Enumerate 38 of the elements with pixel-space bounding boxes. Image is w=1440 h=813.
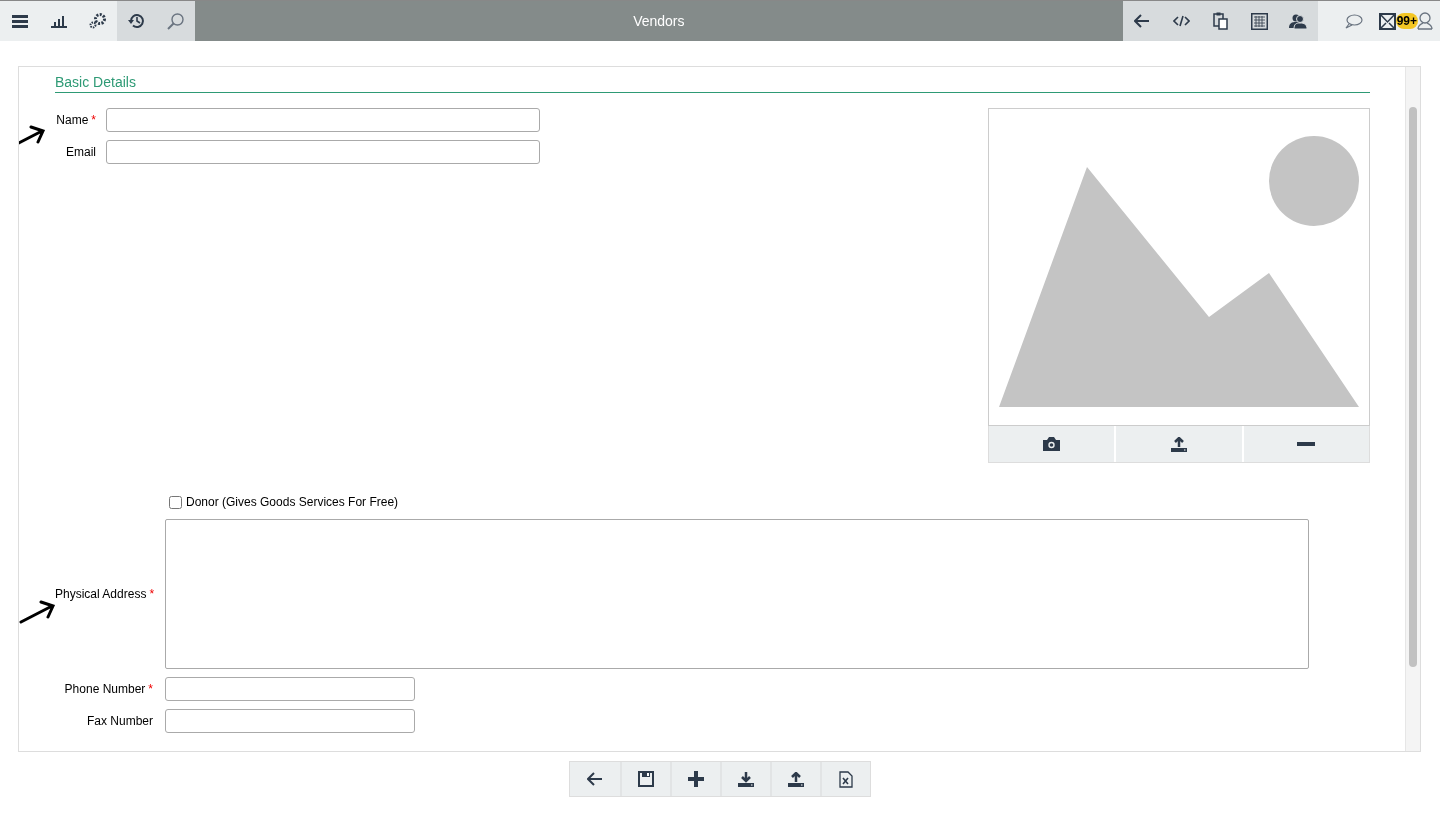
code-icon <box>1172 15 1190 27</box>
field-label: Email <box>65 145 97 159</box>
notification-badge: 99+ <box>1395 13 1418 29</box>
history-icon <box>128 13 145 29</box>
minus-icon <box>1297 442 1316 446</box>
camera-icon <box>1043 437 1061 451</box>
text-field[interactable] <box>165 677 415 701</box>
back-arrow-icon <box>587 772 603 786</box>
keyboard-icon <box>1250 12 1268 30</box>
annotation-arrow <box>19 598 57 625</box>
section-heading: Basic Details <box>55 72 1370 93</box>
spreadsheet-file-icon <box>839 770 853 788</box>
gears-icon <box>89 13 106 29</box>
download-icon <box>738 771 754 787</box>
mail-icon <box>1379 12 1397 30</box>
clipboard-icon <box>1212 12 1228 30</box>
bar-chart-icon <box>50 14 67 28</box>
address-field[interactable] <box>165 519 1309 669</box>
back-arrow-icon <box>1134 14 1151 28</box>
donor-checkbox[interactable] <box>169 495 182 509</box>
users-icon <box>1289 13 1308 29</box>
text-field[interactable] <box>165 709 415 733</box>
text-field[interactable] <box>106 140 540 164</box>
upload-icon <box>788 771 804 787</box>
field-label: Fax Number <box>85 714 154 728</box>
field-label: Phone Number * <box>63 682 154 696</box>
window-title: Vendors <box>633 13 685 29</box>
upload-icon <box>1171 436 1187 452</box>
plus-icon <box>688 771 704 787</box>
field-label: Physical Address * <box>55 587 156 601</box>
user-icon <box>1417 12 1433 30</box>
speech-bubble-icon <box>1345 13 1364 29</box>
scrollbar[interactable] <box>1405 67 1420 751</box>
menu-icon <box>11 14 28 28</box>
text-field[interactable] <box>106 108 540 132</box>
checkbox-label: Donor (Gives Goods Services For Free) <box>186 495 399 509</box>
field-label: Name * <box>55 113 97 127</box>
search-icon <box>167 12 184 30</box>
